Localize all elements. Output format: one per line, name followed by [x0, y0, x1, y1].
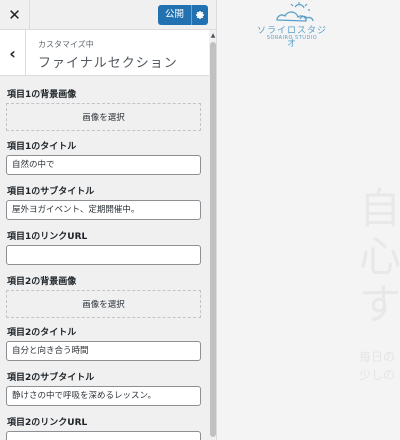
section-header: ‹ カスタマイズ中 ファイナルセクション — [0, 30, 210, 76]
item1-subtitle-input[interactable]: 屋外ヨガイベント、定期開催中。 — [6, 200, 201, 220]
hero-heading-line-3: す — [359, 280, 400, 329]
section-title: ファイナルセクション — [38, 56, 178, 71]
hero-heading-line-2: 心 — [359, 232, 400, 281]
back-button[interactable]: ‹ — [0, 30, 26, 76]
item1-title-label: 項目1のタイトル — [7, 142, 77, 152]
hero-subtext-line-1: 毎日の — [359, 350, 396, 364]
item1-subtitle-label: 項目1のサブタイトル — [7, 187, 95, 197]
item1-select-image-button[interactable]: 画像を選択 — [6, 103, 201, 131]
customizer-header: ✕ 公開 — [0, 0, 216, 30]
hero-heading-line-1: 自 — [359, 184, 400, 233]
site-preview: ソライロスタジオ SORAIRO STUDIO 自 心 す 毎日の 少しの — [217, 0, 400, 440]
breadcrumb: カスタマイズ中 — [38, 40, 94, 49]
item2-select-image-button[interactable]: 画像を選択 — [6, 290, 201, 318]
item2-subtitle-label: 項目2のサブタイトル — [7, 373, 95, 383]
close-button[interactable]: ✕ — [0, 0, 30, 30]
hero-subtext-line-2: 少しの — [359, 368, 396, 382]
item1-title-input[interactable]: 自然の中で — [6, 155, 201, 175]
scroll-thumb[interactable] — [210, 42, 216, 437]
logo-subtext: SORAIRO STUDIO — [266, 35, 318, 41]
close-icon: ✕ — [8, 6, 21, 24]
item2-bg-label: 項目2の背景画像 — [7, 277, 77, 287]
customizer-panel: ✕ 公開 ‹ カスタマイズ中 ファイナルセクション 項目1の背景画像 画像を選択… — [0, 0, 217, 440]
item1-url-label: 項目1のリンクURL — [7, 232, 88, 242]
item2-url-label: 項目2のリンクURL — [7, 418, 88, 428]
scroll-up-icon[interactable]: ▲ — [209, 32, 216, 39]
item2-title-label: 項目2のタイトル — [7, 328, 77, 338]
gear-icon[interactable] — [192, 10, 208, 20]
publish-button[interactable]: 公開 — [158, 5, 208, 25]
item1-url-input[interactable] — [6, 245, 201, 265]
item2-title-input[interactable]: 自分と向き合う時間 — [6, 341, 201, 361]
chevron-left-icon: ‹ — [9, 43, 16, 63]
panel-scrollbar[interactable]: ▲ — [209, 30, 216, 440]
item2-subtitle-input[interactable]: 静けさの中で呼吸を深めるレッスン。 — [6, 386, 201, 406]
item1-bg-label: 項目1の背景画像 — [7, 90, 77, 100]
publish-label[interactable]: 公開 — [158, 5, 192, 25]
item2-url-input[interactable] — [6, 431, 201, 440]
